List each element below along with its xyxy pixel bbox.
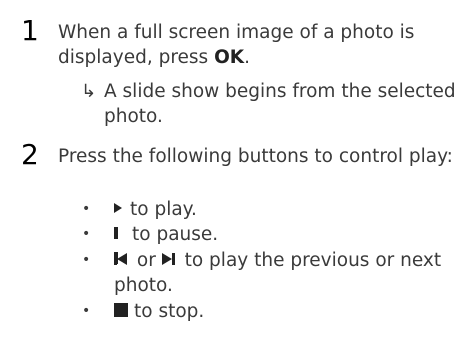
result-text: A slide show begins from the selected ph… — [104, 81, 456, 127]
bullet-dot: • — [82, 201, 91, 217]
result-arrow-icon: ↳ — [81, 81, 97, 102]
step-text: When a full screen image of a photo is d… — [58, 20, 458, 70]
next-icon — [161, 253, 175, 265]
step-text: Press the following buttons to control p… — [58, 146, 453, 167]
instruction-page: 1 When a full screen image of a photo is… — [0, 0, 469, 347]
bullet-text: to pause. — [132, 224, 219, 245]
bullet-dot: • — [82, 252, 91, 268]
bullet-dot: • — [82, 303, 91, 319]
stop-icon — [114, 303, 128, 317]
or-joiner: or — [136, 250, 156, 271]
step-text-after: . — [244, 47, 251, 68]
previous-icon — [114, 253, 127, 265]
step-number: 2 — [21, 138, 39, 171]
pause-icon — [114, 227, 126, 264]
ok-key-label: OK — [214, 47, 245, 68]
bullet-text: to stop. — [134, 301, 205, 322]
step-number: 1 — [21, 14, 39, 47]
bullet-text: to play. — [130, 199, 197, 220]
play-icon — [114, 203, 122, 213]
bullet-dot: • — [82, 226, 91, 242]
